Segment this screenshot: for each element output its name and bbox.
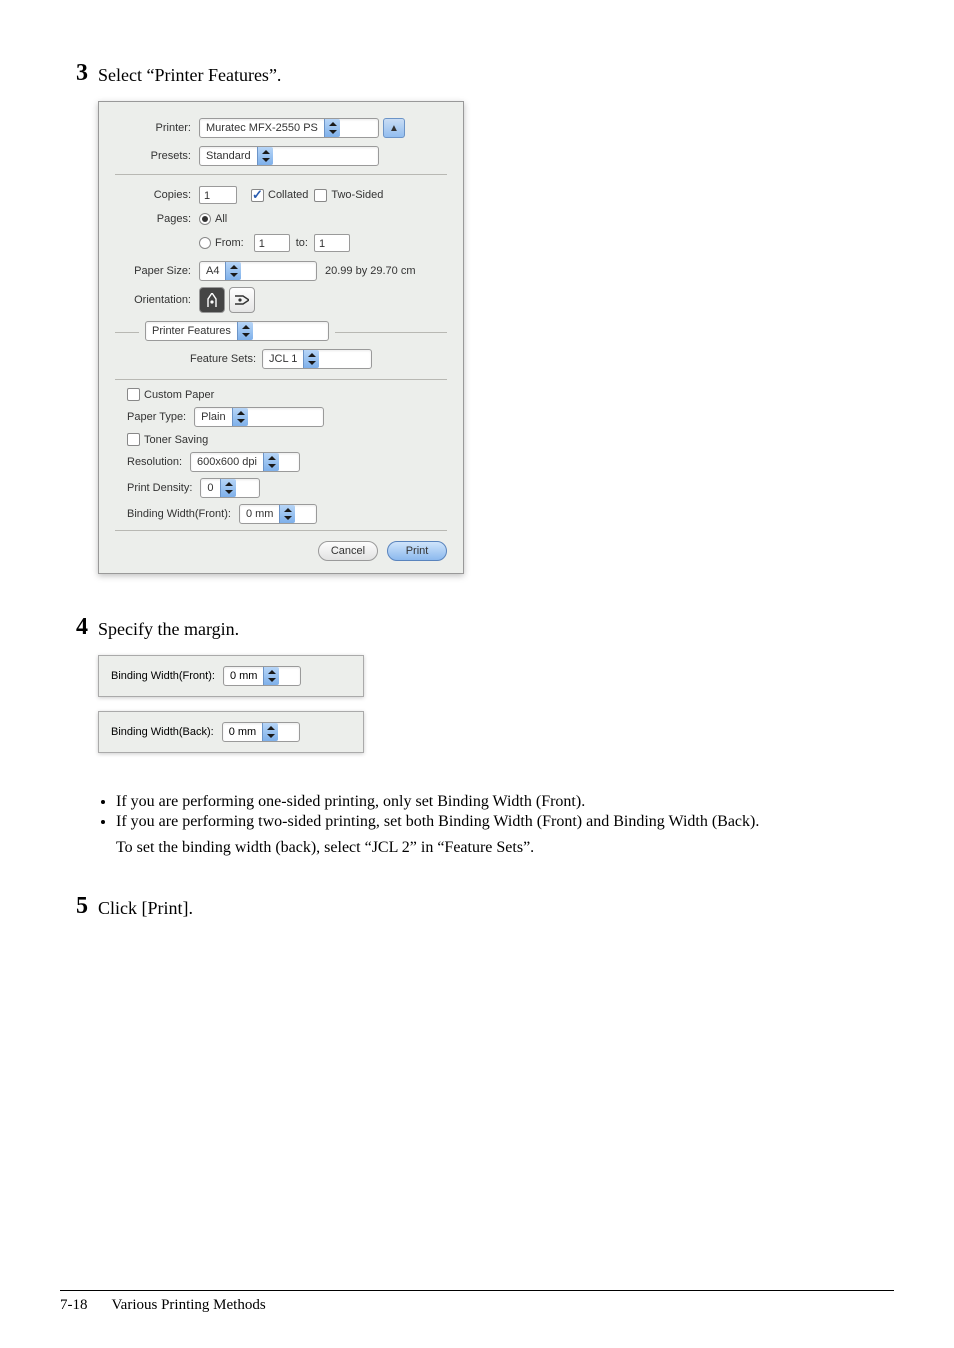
portrait-icon	[206, 293, 218, 307]
cancel-button[interactable]: Cancel	[318, 541, 378, 561]
binding-front-select[interactable]: 0 mm	[239, 504, 317, 524]
toner-saving-label: Toner Saving	[144, 434, 208, 446]
label-binding-front: Binding Width(Front):	[127, 508, 239, 520]
radio-selected-icon	[199, 213, 211, 225]
paper-type-value: Plain	[195, 411, 231, 423]
toner-saving-checkbox[interactable]: Toner Saving	[127, 433, 208, 446]
label-resolution: Resolution:	[127, 456, 190, 468]
section-value: Printer Features	[146, 325, 237, 337]
dropdown-arrows-icon	[262, 723, 278, 741]
presets-value: Standard	[200, 150, 257, 162]
label-paper-type: Paper Type:	[127, 411, 194, 423]
orientation-portrait-button[interactable]	[199, 287, 225, 313]
pages-from-input[interactable]: 1	[254, 234, 290, 252]
printer-value: Muratec MFX-2550 PS	[200, 122, 324, 134]
collated-checkbox[interactable]: Collated	[251, 189, 308, 202]
label-binding-back: Binding Width(Back):	[111, 726, 222, 738]
dropdown-arrows-icon	[220, 479, 236, 497]
dropdown-arrows-icon	[237, 322, 253, 340]
checkbox-icon	[127, 388, 140, 401]
step-number-4: 4	[60, 614, 88, 641]
label-binding-front: Binding Width(Front):	[111, 670, 223, 682]
pages-from-radio[interactable]: From:	[199, 237, 244, 249]
divider	[115, 379, 447, 380]
landscape-icon	[235, 294, 249, 306]
step-number-3: 3	[60, 60, 88, 87]
paper-size-value: A4	[200, 265, 225, 277]
bullet-1: If you are performing one-sided printing…	[116, 793, 894, 811]
printer-disclosure-button[interactable]: ▲	[383, 118, 405, 138]
binding-front-snippet: Binding Width(Front): 0 mm	[98, 655, 364, 697]
label-pages: Pages:	[115, 213, 199, 225]
print-density-value: 0	[201, 482, 219, 494]
bullet-2: If you are performing two-sided printing…	[116, 813, 894, 831]
dropdown-arrows-icon	[225, 262, 241, 280]
printer-select[interactable]: Muratec MFX-2550 PS	[199, 118, 379, 138]
feature-sets-select[interactable]: JCL 1	[262, 349, 372, 369]
copies-input[interactable]: 1	[199, 186, 237, 204]
label-paper-size: Paper Size:	[115, 265, 199, 277]
from-label: From:	[215, 237, 244, 249]
label-printer: Printer:	[115, 122, 199, 134]
presets-select[interactable]: Standard	[199, 146, 379, 166]
resolution-value: 600x600 dpi	[191, 456, 263, 468]
pages-all-label: All	[215, 213, 227, 225]
binding-front-value: 0 mm	[240, 508, 280, 520]
divider	[115, 530, 447, 531]
pages-all-radio[interactable]: All	[199, 213, 227, 225]
dropdown-arrows-icon	[263, 667, 279, 685]
dropdown-arrows-icon	[324, 119, 340, 137]
print-density-select[interactable]: 0	[200, 478, 260, 498]
radio-icon	[199, 237, 211, 249]
dropdown-arrows-icon	[263, 453, 279, 471]
binding-front-value: 0 mm	[224, 670, 264, 682]
step-text-3: Select “Printer Features”.	[98, 60, 281, 89]
label-feature-sets: Feature Sets:	[190, 353, 262, 365]
checkbox-icon	[314, 189, 327, 202]
orientation-landscape-button[interactable]	[229, 287, 255, 313]
divider	[115, 332, 139, 333]
two-sided-label: Two-Sided	[331, 189, 383, 201]
custom-paper-label: Custom Paper	[144, 389, 214, 401]
pages-to-input[interactable]: 1	[314, 234, 350, 252]
label-copies: Copies:	[115, 189, 199, 201]
page-number: 7-18	[60, 1297, 88, 1314]
custom-paper-checkbox[interactable]: Custom Paper	[127, 388, 214, 401]
dropdown-arrows-icon	[279, 505, 295, 523]
footer-title: Various Printing Methods	[112, 1297, 266, 1314]
paper-dimensions: 20.99 by 29.70 cm	[317, 265, 416, 277]
divider	[115, 174, 447, 175]
label-orientation: Orientation:	[115, 294, 199, 306]
step-number-5: 5	[60, 893, 88, 920]
resolution-select[interactable]: 600x600 dpi	[190, 452, 300, 472]
dropdown-arrows-icon	[232, 408, 248, 426]
label-presets: Presets:	[115, 150, 199, 162]
checkbox-checked-icon	[251, 189, 264, 202]
divider	[335, 332, 447, 333]
checkbox-icon	[127, 433, 140, 446]
binding-back-snippet: Binding Width(Back): 0 mm	[98, 711, 364, 753]
binding-back-select[interactable]: 0 mm	[222, 722, 300, 742]
two-sided-checkbox[interactable]: Two-Sided	[314, 189, 383, 202]
dropdown-arrows-icon	[257, 147, 273, 165]
step-text-4: Specify the margin.	[98, 614, 239, 643]
note-text: To set the binding width (back), select …	[116, 839, 894, 857]
binding-back-value: 0 mm	[223, 726, 263, 738]
paper-type-select[interactable]: Plain	[194, 407, 324, 427]
to-label: to:	[290, 237, 314, 249]
binding-front-select[interactable]: 0 mm	[223, 666, 301, 686]
label-print-density: Print Density:	[127, 482, 200, 494]
section-select[interactable]: Printer Features	[145, 321, 329, 341]
print-dialog: Printer: Muratec MFX-2550 PS ▲ Presets: …	[98, 101, 464, 574]
print-button[interactable]: Print	[387, 541, 447, 561]
dropdown-arrows-icon	[303, 350, 319, 368]
collated-label: Collated	[268, 189, 308, 201]
step-text-5: Click [Print].	[98, 893, 193, 922]
paper-size-select[interactable]: A4	[199, 261, 317, 281]
feature-sets-value: JCL 1	[263, 353, 303, 365]
